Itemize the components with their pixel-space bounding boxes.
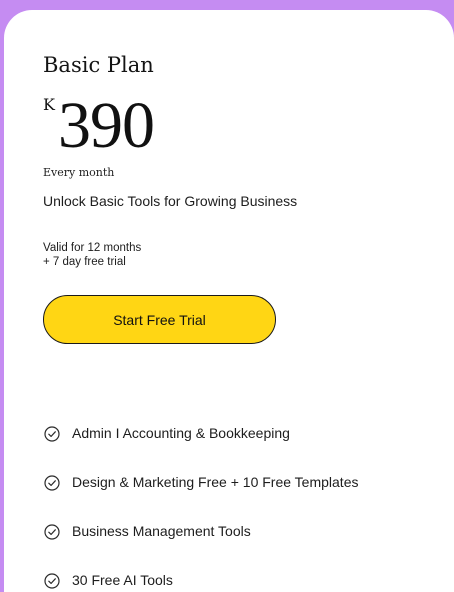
price-currency: K: [43, 95, 55, 114]
pricing-card: Basic Plan K 390 Every month Unlock Basi…: [4, 10, 454, 592]
billing-period: Every month: [43, 166, 115, 179]
check-circle-icon: [44, 524, 60, 540]
feature-label: 30 Free AI Tools: [72, 572, 173, 588]
price-amount: 390: [58, 89, 155, 162]
plan-name: Basic Plan: [43, 53, 154, 77]
feature-item: Design & Marketing Free + 10 Free Templa…: [44, 470, 359, 519]
feature-item: 30 Free AI Tools: [44, 568, 359, 592]
feature-label: Business Management Tools: [72, 523, 251, 539]
feature-list: Admin I Accounting & Bookkeeping Design …: [44, 421, 359, 592]
start-free-trial-button[interactable]: Start Free Trial: [43, 295, 276, 344]
plan-tagline: Unlock Basic Tools for Growing Business: [43, 193, 298, 209]
feature-item: Business Management Tools: [44, 519, 359, 568]
feature-item: Admin I Accounting & Bookkeeping: [44, 421, 359, 470]
feature-label: Admin I Accounting & Bookkeeping: [72, 425, 290, 441]
feature-label: Design & Marketing Free + 10 Free Templa…: [72, 474, 359, 490]
validity-trial: + 7 day free trial: [43, 256, 126, 268]
check-circle-icon: [44, 426, 60, 442]
check-circle-icon: [44, 475, 60, 491]
check-circle-icon: [44, 573, 60, 589]
validity-duration: Valid for 12 months: [43, 242, 142, 254]
plan-validity: Valid for 12 months + 7 day free trial: [43, 241, 141, 269]
